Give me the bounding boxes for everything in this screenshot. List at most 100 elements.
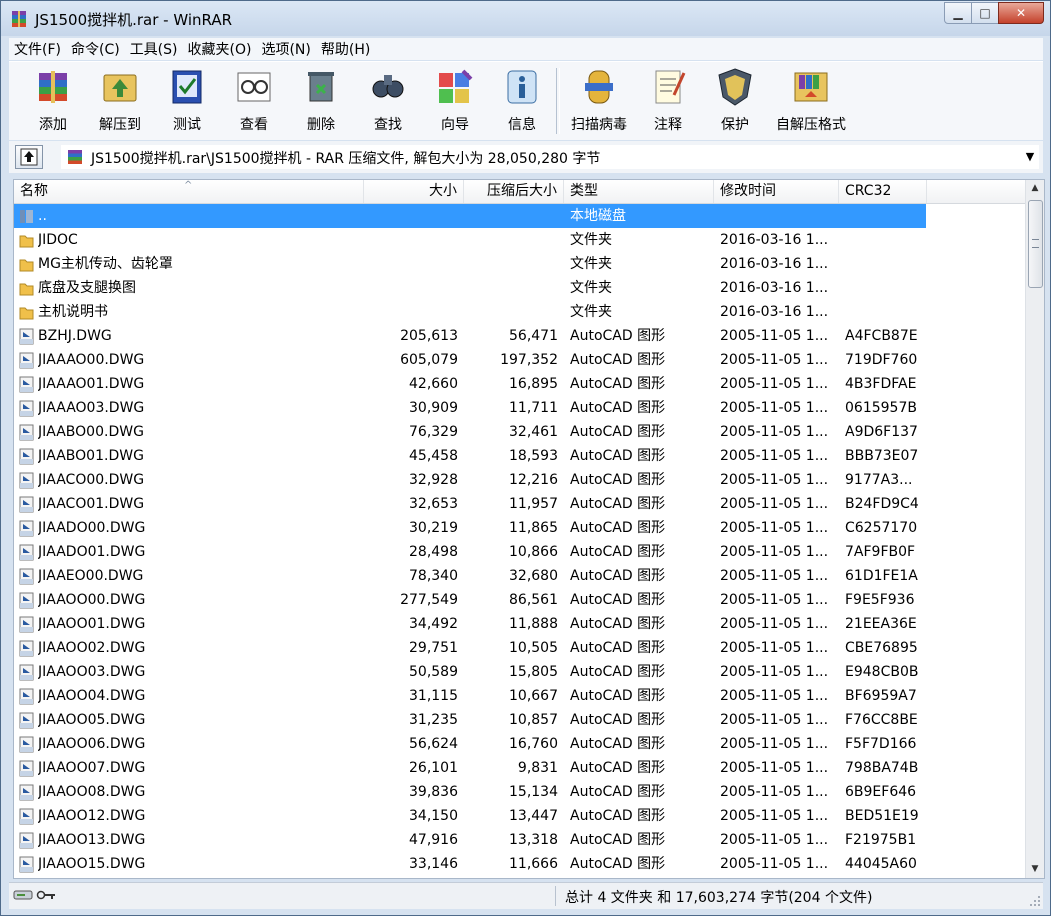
scroll-thumb[interactable] — [1028, 200, 1043, 288]
toolbar-button-test[interactable]: 测试 — [154, 65, 220, 134]
file-row[interactable]: BZHJ.DWG 205,613 56,471 AutoCAD 图形 2005-11-0… — [14, 324, 926, 348]
up-one-level-button[interactable] — [15, 145, 43, 169]
toolbar-button-label: 测试 — [173, 117, 201, 133]
file-row[interactable]: JIAAOO02.DWG 29,751 10,505 AutoCAD 图形 2005-1… — [14, 636, 926, 660]
close-button[interactable]: ✕ — [998, 2, 1044, 24]
file-crc32: 7AF9FB0F — [845, 544, 916, 560]
file-row[interactable]: JIAAOO13.DWG 47,916 13,318 AutoCAD 图形 2005-1… — [14, 828, 926, 852]
file-crc32: F76CC8BE — [845, 712, 918, 728]
file-row[interactable]: JIAAOO06.DWG 56,624 16,760 AutoCAD 图形 2005-1… — [14, 732, 926, 756]
file-row[interactable]: JIAABO01.DWG 45,458 18,593 AutoCAD 图形 2005-1… — [14, 444, 926, 468]
file-row[interactable]: JIAABO00.DWG 76,329 32,461 AutoCAD 图形 2005-1… — [14, 420, 926, 444]
vertical-scrollbar[interactable]: ▲ ▼ — [1025, 180, 1044, 878]
file-row[interactable]: JIAAAO01.DWG 42,660 16,895 AutoCAD 图形 2005-1… — [14, 372, 926, 396]
toolbar-button-protect[interactable]: 保护 — [702, 65, 768, 134]
file-row[interactable]: JIAAOO15.DWG 33,146 11,666 AutoCAD 图形 2005-1… — [14, 852, 926, 876]
dwg-file-icon — [19, 544, 34, 561]
minimize-icon: ▁ — [953, 6, 963, 20]
file-list[interactable]: 名称 ^ 大小 压缩后大小 类型 修改时间 CRC32 .. 本地磁盘 JIDOC 文… — [13, 179, 1045, 879]
file-row[interactable]: JIAADO01.DWG 28,498 10,866 AutoCAD 图形 2005-1… — [14, 540, 926, 564]
resize-grip-icon[interactable] — [1029, 895, 1041, 907]
menu-help[interactable]: 帮助(H) — [316, 39, 375, 59]
path-dropdown-icon[interactable]: ▼ — [1023, 148, 1037, 166]
column-header-modified[interactable]: 修改时间 — [714, 180, 839, 203]
toolbar-button-sfx[interactable]: 自解压格式 — [769, 65, 853, 134]
scroll-down-arrow-icon[interactable]: ▼ — [1026, 861, 1044, 878]
toolbar-button-extract-to[interactable]: 解压到 — [87, 65, 153, 134]
file-row[interactable]: 主机说明书 文件夹 2016-03-16 1... — [14, 300, 926, 324]
file-row[interactable]: MG主机传动、齿轮罩 文件夹 2016-03-16 1... — [14, 252, 926, 276]
file-row[interactable]: JIAAOO00.DWG 277,549 86,561 AutoCAD 图形 2005-… — [14, 588, 926, 612]
file-name: JIAAOO08.DWG — [38, 784, 146, 800]
file-name: JIAAAO00.DWG — [38, 352, 145, 368]
file-row[interactable]: JIAAOO08.DWG 39,836 15,134 AutoCAD 图形 2005-1… — [14, 780, 926, 804]
status-drive-key-icon[interactable] — [13, 888, 59, 902]
toolbar-button-comment[interactable]: 注释 — [635, 65, 701, 134]
sort-ascending-icon: ^ — [184, 180, 193, 191]
menu-favorites[interactable]: 收藏夹(O) — [183, 39, 257, 59]
file-size: 31,115 — [409, 688, 458, 704]
scroll-up-arrow-icon[interactable]: ▲ — [1026, 180, 1044, 197]
file-row[interactable]: JIAACO01.DWG 32,653 11,957 AutoCAD 图形 2005-1… — [14, 492, 926, 516]
file-type: AutoCAD 图形 — [570, 544, 666, 560]
toolbar-button-info[interactable]: 信息 — [489, 65, 555, 134]
file-size — [364, 252, 458, 276]
file-row[interactable]: JIDOC 文件夹 2016-03-16 1... — [14, 228, 926, 252]
file-row[interactable]: JIAACO00.DWG 32,928 12,216 AutoCAD 图形 2005-1… — [14, 468, 926, 492]
file-crc32: CBE76895 — [845, 640, 918, 656]
toolbar-button-find[interactable]: 查找 — [355, 65, 421, 134]
column-header-name[interactable]: 名称 ^ — [14, 180, 364, 203]
file-row[interactable]: JIAAEO00.DWG 78,340 32,680 AutoCAD 图形 2005-1… — [14, 564, 926, 588]
file-name: JIAABO00.DWG — [38, 424, 144, 440]
file-row[interactable]: JIAADO00.DWG 30,219 11,865 AutoCAD 图形 2005-1… — [14, 516, 926, 540]
file-modified: 2005-11-05 1... — [720, 640, 829, 656]
file-size: 39,836 — [409, 784, 458, 800]
file-row[interactable]: JIAAAO00.DWG 605,079 197,352 AutoCAD 图形 2005… — [14, 348, 926, 372]
file-type: AutoCAD 图形 — [570, 640, 666, 656]
file-row[interactable]: JIAAOO03.DWG 50,589 15,805 AutoCAD 图形 2005-1… — [14, 660, 926, 684]
toolbar-button-add-archive[interactable]: 添加 — [20, 65, 86, 134]
file-size: 605,079 — [400, 352, 458, 368]
file-crc32: 4B3FDFAE — [845, 376, 917, 392]
winrar-app-icon[interactable] — [10, 10, 28, 28]
file-row[interactable]: JIAAOO04.DWG 31,115 10,667 AutoCAD 图形 2005-1… — [14, 684, 926, 708]
file-row[interactable]: JIAAOO12.DWG 34,150 13,447 AutoCAD 图形 2005-1… — [14, 804, 926, 828]
file-row[interactable]: JIAAAO03.DWG 30,909 11,711 AutoCAD 图形 2005-1… — [14, 396, 926, 420]
file-size: 30,909 — [409, 400, 458, 416]
file-modified: 2005-11-05 1... — [720, 592, 829, 608]
toolbar-button-view[interactable]: 查看 — [221, 65, 287, 134]
file-crc32: BBB73E07 — [845, 448, 919, 464]
menu-options[interactable]: 选项(N) — [256, 39, 315, 59]
menu-file[interactable]: 文件(F) — [9, 39, 66, 59]
minimize-button[interactable]: ▁ — [944, 2, 972, 24]
column-header-size[interactable]: 大小 — [364, 180, 464, 203]
file-crc32: 9177A3... — [845, 472, 913, 488]
file-name: JIAAOO02.DWG — [38, 640, 146, 656]
file-size: 78,340 — [409, 568, 458, 584]
address-path-field[interactable]: JS1500搅拌机.rar\JS1500搅拌机 - RAR 压缩文件, 解包大小… — [61, 145, 1039, 169]
file-type: AutoCAD 图形 — [570, 448, 666, 464]
folder-icon — [19, 259, 34, 272]
file-row[interactable]: JIAAOO05.DWG 31,235 10,857 AutoCAD 图形 2005-1… — [14, 708, 926, 732]
file-row[interactable]: JIAAOO07.DWG 26,101 9,831 AutoCAD 图形 2005-11… — [14, 756, 926, 780]
menu-commands[interactable]: 命令(C) — [66, 39, 125, 59]
file-row[interactable]: JIAAOO01.DWG 34,492 11,888 AutoCAD 图形 2005-1… — [14, 612, 926, 636]
file-packed-size — [464, 228, 558, 252]
window-title: JS1500搅拌机.rar - WinRAR — [35, 11, 233, 29]
file-name: JIAAOO03.DWG — [38, 664, 146, 680]
title-bar[interactable]: JS1500搅拌机.rar - WinRAR ▁ □ ✕ — [1, 1, 1050, 36]
menu-tools[interactable]: 工具(S) — [125, 39, 183, 59]
file-name: JIAAAO01.DWG — [38, 376, 145, 392]
file-row[interactable]: 底盘及支腿换图 文件夹 2016-03-16 1... — [14, 276, 926, 300]
column-header-packed[interactable]: 压缩后大小 — [464, 180, 564, 203]
file-type: AutoCAD 图形 — [570, 592, 666, 608]
file-crc32: 21EEA36E — [845, 616, 917, 632]
maximize-button[interactable]: □ — [971, 2, 999, 24]
toolbar-button-virus-scan[interactable]: 扫描病毒 — [566, 65, 632, 134]
column-header-type[interactable]: 类型 — [564, 180, 714, 203]
file-row[interactable]: .. 本地磁盘 — [14, 204, 926, 228]
file-crc32: C6257170 — [845, 520, 918, 536]
toolbar-button-wizard[interactable]: 向导 — [422, 65, 488, 134]
toolbar-button-delete[interactable]: 删除 — [288, 65, 354, 134]
column-header-crc[interactable]: CRC32 — [839, 180, 927, 203]
